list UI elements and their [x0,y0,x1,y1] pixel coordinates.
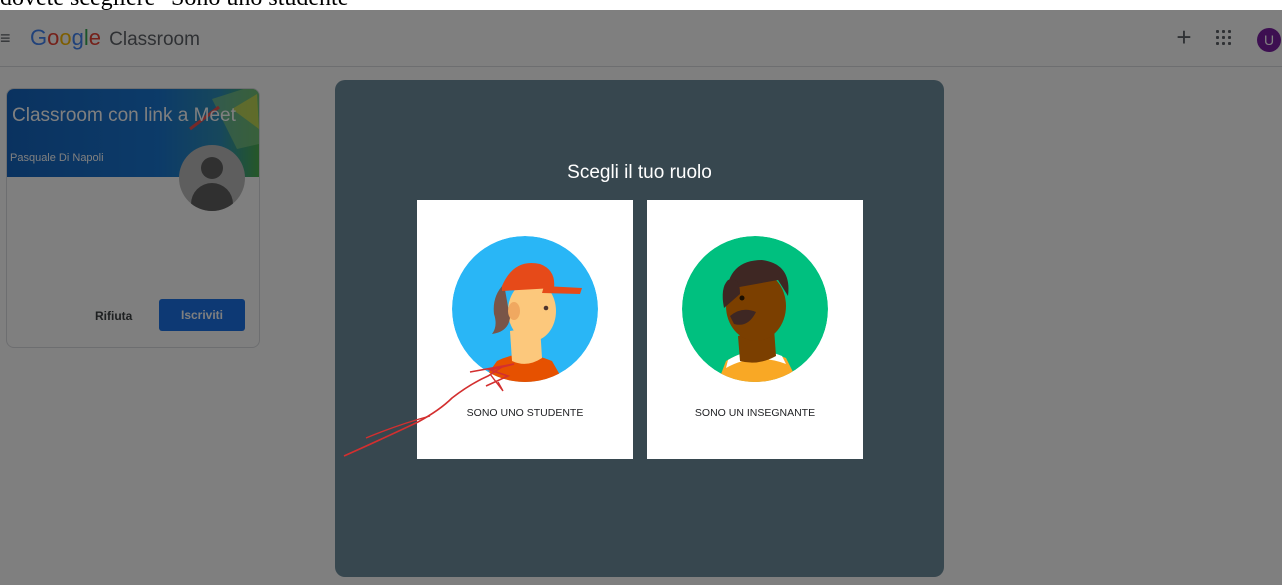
classroom-app: ≡ Google Classroom + U Classroom con lin [0,10,1282,585]
role-dialog: Scegli il tuo ruolo SONO UNO STUDENTE SO… [335,80,944,577]
screenshot: dovete scegliere "Sono uno studente" ≡ G… [0,0,1282,585]
dialog-title: Scegli il tuo ruolo [567,162,712,183]
student-role-option[interactable]: SONO UNO STUDENTE [417,200,633,459]
student-illustration-icon [452,236,598,382]
teacher-illustration-icon [682,236,828,382]
instruction-caption: dovete scegliere "Sono uno studente" [0,0,1282,10]
teacher-role-option[interactable]: SONO UN INSEGNANTE [647,200,863,459]
student-role-label: SONO UNO STUDENTE [466,407,584,419]
teacher-role-label: SONO UN INSEGNANTE [694,407,816,419]
